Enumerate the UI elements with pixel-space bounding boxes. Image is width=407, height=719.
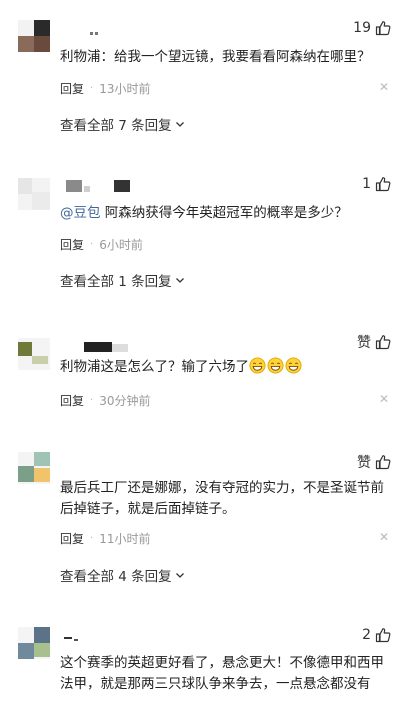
comment-item: 赞 利物浦这是怎么了？输了六场了 回复 · 30分钟前 ✕ [0,320,407,420]
timestamp: 6小时前 [99,237,143,252]
avatar[interactable] [18,627,50,659]
comment-item: 2 这个赛季的英超更好看了，悬念更大！不像德甲和西甲法甲，就是那两三只球队争来争… [0,615,407,719]
separator-dot: · [90,394,94,406]
timestamp: 13小时前 [99,81,151,96]
comment-item: 1 @豆包 阿森纳获得今年英超冠军的概率是多少？ 回复 · 6小时前 查看全部 … [0,160,407,300]
like-button[interactable]: 赞 [357,452,391,472]
like-count: 1 [362,176,371,192]
comment-text: 最后兵工厂还是娜娜，没有夺冠的实力，不是圣诞节前后掉链子，就是后面掉链子。 [60,480,384,517]
avatar[interactable] [18,178,50,210]
timestamp: 11小时前 [99,531,151,546]
grinning-face-icon [285,357,302,374]
avatar[interactable] [18,452,50,484]
view-replies-button[interactable]: 查看全部 7 条回复 [60,114,185,134]
comment-text: @豆包 阿森纳获得今年英超冠军的概率是多少？ [60,205,348,221]
thumbs-up-icon [375,177,391,192]
comment-text: 这个赛季的英超更好看了，悬念更大！不像德甲和西甲法甲，就是那两三只球队争来争去，… [60,655,384,692]
avatar[interactable] [18,20,50,52]
chevron-down-icon [175,573,184,578]
comment-text: 利物浦：给我一个望远镜，我要看看阿森纳在哪里？ [60,49,371,65]
like-label: 赞 [357,455,371,471]
like-count: 2 [362,627,371,643]
grinning-face-icon [267,357,284,374]
separator-dot: · [90,238,94,250]
chevron-down-icon [175,122,184,127]
like-button[interactable]: 赞 [357,332,391,352]
thumbs-up-icon [375,628,391,643]
comment-meta: 回复 · 30分钟前 ✕ [60,392,389,408]
comment-meta: 回复 · 11小时前 ✕ [60,530,389,546]
reply-button[interactable]: 回复 [60,392,84,409]
comment-item: 赞 最后兵工厂还是娜娜，没有夺冠的实力，不是圣诞节前后掉链子，就是后面掉链子。 … [0,440,407,600]
close-icon[interactable]: ✕ [379,530,389,544]
thumbs-up-icon [375,455,391,470]
like-button[interactable]: 19 [353,20,391,36]
timestamp: 30分钟前 [99,393,151,408]
comment-text: 利物浦这是怎么了？输了六场了 [60,357,389,378]
like-label: 赞 [357,335,371,351]
view-replies-label: 查看全部 4 条回复 [60,569,172,585]
reply-button[interactable]: 回复 [60,236,84,253]
comment-item: 19 利物浦：给我一个望远镜，我要看看阿森纳在哪里？ 回复 · 13小时前 ✕ … [0,0,407,150]
thumbs-up-icon [375,21,391,36]
like-button[interactable]: 1 [362,176,391,192]
chevron-down-icon [175,278,184,283]
like-button[interactable]: 2 [362,627,391,643]
view-replies-label: 查看全部 7 条回复 [60,118,172,134]
avatar[interactable] [18,338,50,370]
view-replies-button[interactable]: 查看全部 1 条回复 [60,270,185,290]
like-count: 19 [353,20,371,36]
separator-dot: · [90,82,94,94]
view-replies-button[interactable]: 查看全部 4 条回复 [60,565,185,585]
thumbs-up-icon [375,335,391,350]
separator-dot: · [90,532,94,544]
reply-button[interactable]: 回复 [60,80,84,97]
comment-meta: 回复 · 13小时前 ✕ [60,80,389,96]
mention-link[interactable]: @豆包 [60,205,101,221]
view-replies-label: 查看全部 1 条回复 [60,274,172,290]
close-icon[interactable]: ✕ [379,80,389,94]
comment-meta: 回复 · 6小时前 [60,236,389,252]
reply-button[interactable]: 回复 [60,530,84,547]
grinning-face-icon [249,357,266,374]
close-icon[interactable]: ✕ [379,392,389,406]
